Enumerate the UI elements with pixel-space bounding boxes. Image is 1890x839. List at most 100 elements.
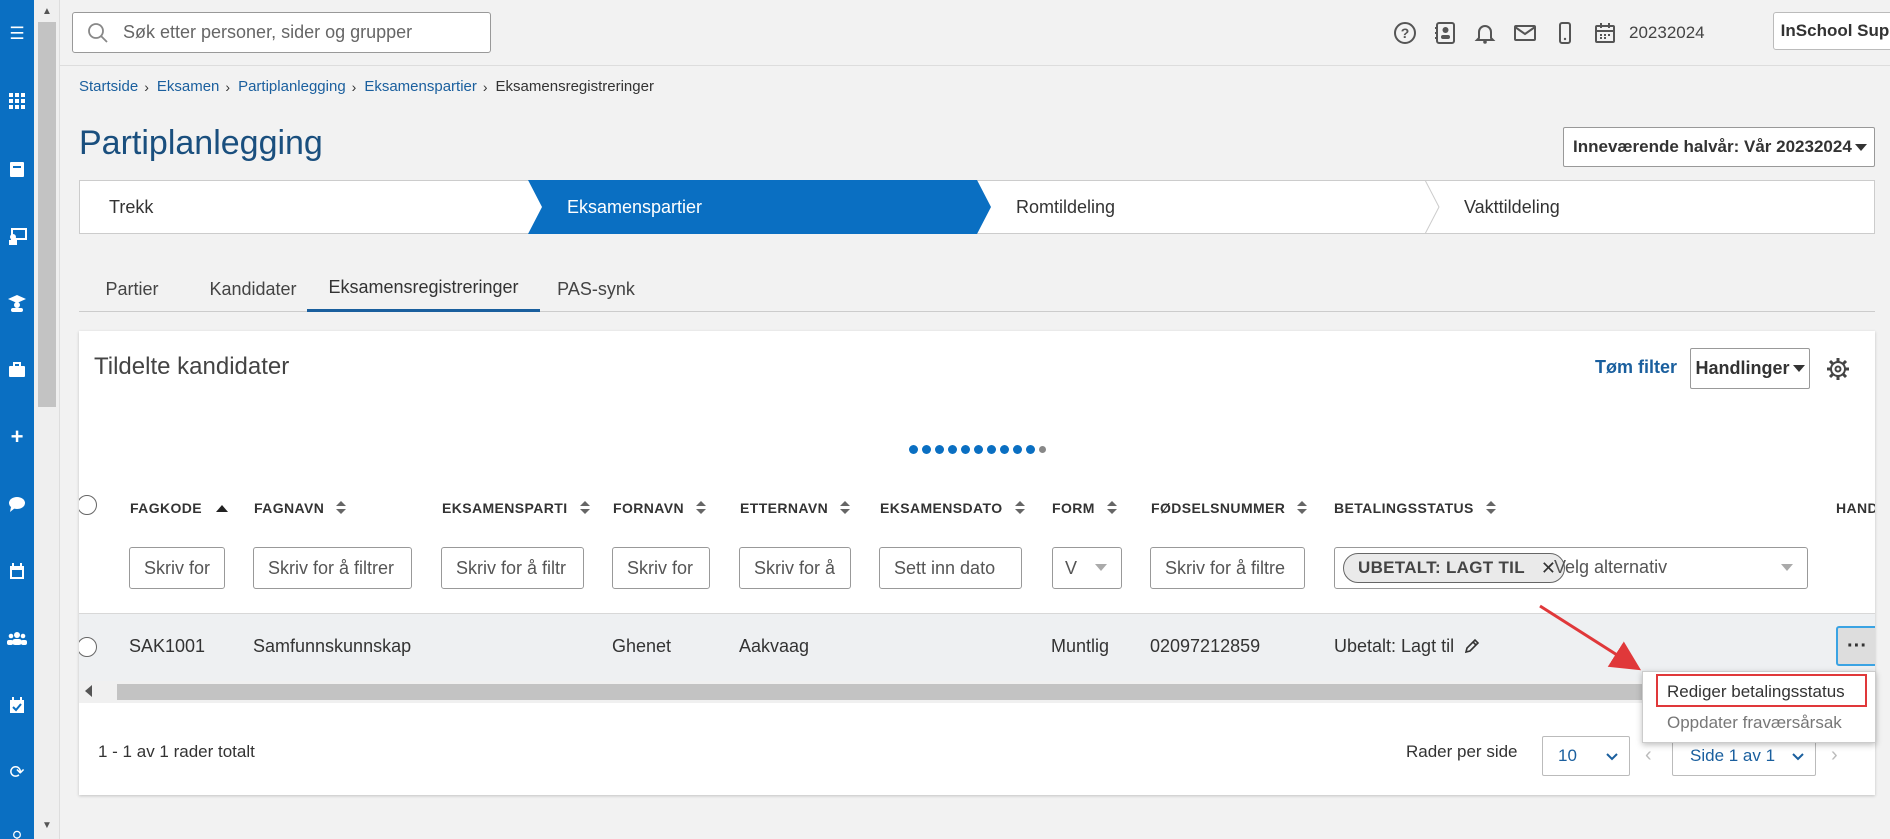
tab-pas-synk[interactable]: PAS-synk <box>540 266 652 312</box>
step-romtildeling[interactable]: Romtildeling <box>1016 180 1115 234</box>
col-fornavn-label: FORNAVN <box>613 500 684 516</box>
apps-grid-icon[interactable] <box>0 87 34 115</box>
previous-page-icon[interactable]: ‹ <box>1645 744 1652 767</box>
sort-icon <box>336 501 347 515</box>
mobile-icon[interactable] <box>1545 18 1585 48</box>
horizontal-scrollbar[interactable] <box>79 681 1875 703</box>
filter-fagnavn[interactable] <box>253 547 412 589</box>
tab-bar: Partier Kandidater Eksamensregistreringe… <box>79 266 1875 312</box>
chevron-right-icon: › <box>482 78 488 95</box>
caret-down-icon <box>1792 365 1805 372</box>
scroll-down-arrow-icon[interactable]: ▼ <box>34 820 60 831</box>
tab-pas-synk-label: PAS-synk <box>557 278 635 299</box>
col-eksamensdato[interactable]: EKSAMENSDATO <box>880 500 1025 516</box>
plus-icon[interactable]: + <box>0 423 34 451</box>
clear-filter-link[interactable]: Tøm filter <box>1595 357 1677 378</box>
search-input[interactable] <box>123 22 463 43</box>
breadcrumb-eksamen[interactable]: Eksamen <box>157 78 220 95</box>
teacher-icon[interactable] <box>0 222 34 250</box>
breadcrumb-partiplanlegging[interactable]: Partiplanlegging <box>238 78 346 95</box>
sort-icon <box>579 501 590 515</box>
step-vakttildeling[interactable]: Vakttildeling <box>1464 180 1560 234</box>
table-row[interactable]: SAK1001 Samfunnskunnskap Ghenet Aakvaag … <box>79 613 1875 681</box>
filter-form-select[interactable]: V <box>1052 547 1122 589</box>
help-icon[interactable]: ? <box>1385 18 1425 48</box>
filter-betalingsstatus-select[interactable]: UBETALT: LAGT TIL ✕ Velg alternativ <box>1334 547 1808 589</box>
caret-down-icon <box>1781 564 1793 571</box>
step-trekk[interactable]: Trekk <box>109 180 153 234</box>
pencil-icon[interactable] <box>1463 637 1481 655</box>
scrollbar-thumb[interactable] <box>38 22 56 407</box>
calendar-check-icon[interactable] <box>0 691 34 719</box>
actions-label: Handlinger <box>1695 358 1790 378</box>
filter-eksamensparti[interactable] <box>441 547 584 589</box>
step-eksamenspartier[interactable]: Eksamenspartier <box>567 180 702 234</box>
page-select-value: Side 1 av 1 <box>1690 746 1776 765</box>
filter-fagkode[interactable] <box>129 547 225 589</box>
col-etternavn[interactable]: ETTERNAVN <box>740 500 851 516</box>
sync-icon[interactable]: ⟳ <box>0 758 34 786</box>
filter-fornavn[interactable] <box>612 547 710 589</box>
tab-partier-label: Partier <box>105 278 159 299</box>
filter-eksamensdato[interactable] <box>879 547 1022 589</box>
row-checkbox[interactable] <box>79 637 97 657</box>
menu-icon[interactable]: ☰ <box>0 20 34 48</box>
user-menu-button[interactable]: InSchool Support <box>1773 12 1890 50</box>
rows-per-page-label: Rader per side <box>1406 742 1518 761</box>
book-icon[interactable] <box>0 155 34 183</box>
breadcrumb-eksamenspartier[interactable]: Eksamenspartier <box>364 78 477 95</box>
col-fornavn[interactable]: FORNAVN <box>613 500 706 516</box>
tab-eksamensregistreringer[interactable]: Eksamensregistreringer <box>307 266 540 312</box>
scroll-left-arrow-icon[interactable] <box>85 685 92 697</box>
page-scrollbar[interactable]: ▲ ▼ <box>34 0 60 839</box>
rows-per-page-value: 10 <box>1558 746 1577 765</box>
breadcrumb-startside[interactable]: Startside <box>79 78 138 95</box>
filter-chip-label: UBETALT: LAGT TIL <box>1358 558 1525 577</box>
briefcase-icon[interactable] <box>0 356 34 384</box>
global-search[interactable] <box>72 12 491 53</box>
chat-icon[interactable] <box>0 490 34 518</box>
tab-kandidater[interactable]: Kandidater <box>185 266 321 312</box>
col-fagkode[interactable]: FAGKODE <box>130 500 229 516</box>
col-form[interactable]: FORM <box>1052 500 1117 516</box>
col-eksamensparti-label: EKSAMENSPARTI <box>442 500 568 516</box>
col-fodselsnummer[interactable]: FØDSELSNUMMER <box>1151 500 1308 516</box>
col-eksamensdato-label: EKSAMENSDATO <box>880 500 1003 516</box>
actions-dropdown[interactable]: Handlinger <box>1690 348 1810 389</box>
calendar-icon[interactable] <box>0 557 34 585</box>
sort-icon <box>695 501 706 515</box>
key-icon[interactable]: ⚲ <box>0 822 34 839</box>
col-handlinger-label: HAND <box>1836 500 1875 516</box>
step-romtildeling-label: Romtildeling <box>1016 196 1116 217</box>
term-select[interactable]: Inneværende halvår: Vår 20232024 <box>1563 127 1875 167</box>
bell-icon[interactable] <box>1465 18 1505 48</box>
horizontal-scrollbar-thumb[interactable] <box>117 684 1717 700</box>
select-all-checkbox[interactable] <box>79 495 97 515</box>
gear-icon[interactable] <box>1826 357 1850 381</box>
filter-fodselsnummer[interactable] <box>1150 547 1305 589</box>
mail-icon[interactable] <box>1505 18 1545 48</box>
card-title: Tildelte kandidater <box>94 353 290 380</box>
current-term[interactable]: 20232024 <box>1629 23 1705 43</box>
col-betalingsstatus[interactable]: BETALINGSSTATUS <box>1334 500 1496 516</box>
rows-per-page-select[interactable]: 10 <box>1542 736 1630 776</box>
cell-form: Muntlig <box>1051 636 1110 656</box>
calendar-icon[interactable] <box>1585 18 1625 48</box>
menu-item-update-absence-reason[interactable]: Oppdater fraværsårsak <box>1643 713 1877 733</box>
col-eksamensparti[interactable]: EKSAMENSPARTI <box>442 500 590 516</box>
graduation-icon[interactable] <box>0 289 34 317</box>
step-wizard: Trekk Eksamenspartier Romtildeling Vaktt… <box>79 180 1875 234</box>
col-fagkode-label: FAGKODE <box>130 500 203 516</box>
users-icon[interactable] <box>0 624 34 652</box>
chevron-down-icon <box>1792 753 1804 761</box>
row-actions-button[interactable]: ··· <box>1836 626 1875 666</box>
tab-eksamensregistreringer-label: Eksamensregistreringer <box>328 277 519 297</box>
tab-partier[interactable]: Partier <box>79 266 185 312</box>
contact-card-icon[interactable] <box>1425 18 1465 48</box>
loading-indicator <box>909 445 1046 454</box>
filter-etternavn[interactable] <box>739 547 851 589</box>
col-handlinger[interactable]: HAND <box>1836 500 1875 516</box>
col-fagnavn[interactable]: FAGNAVN <box>254 500 347 516</box>
scroll-up-arrow-icon[interactable]: ▲ <box>34 6 60 17</box>
next-page-icon[interactable]: › <box>1831 744 1838 767</box>
